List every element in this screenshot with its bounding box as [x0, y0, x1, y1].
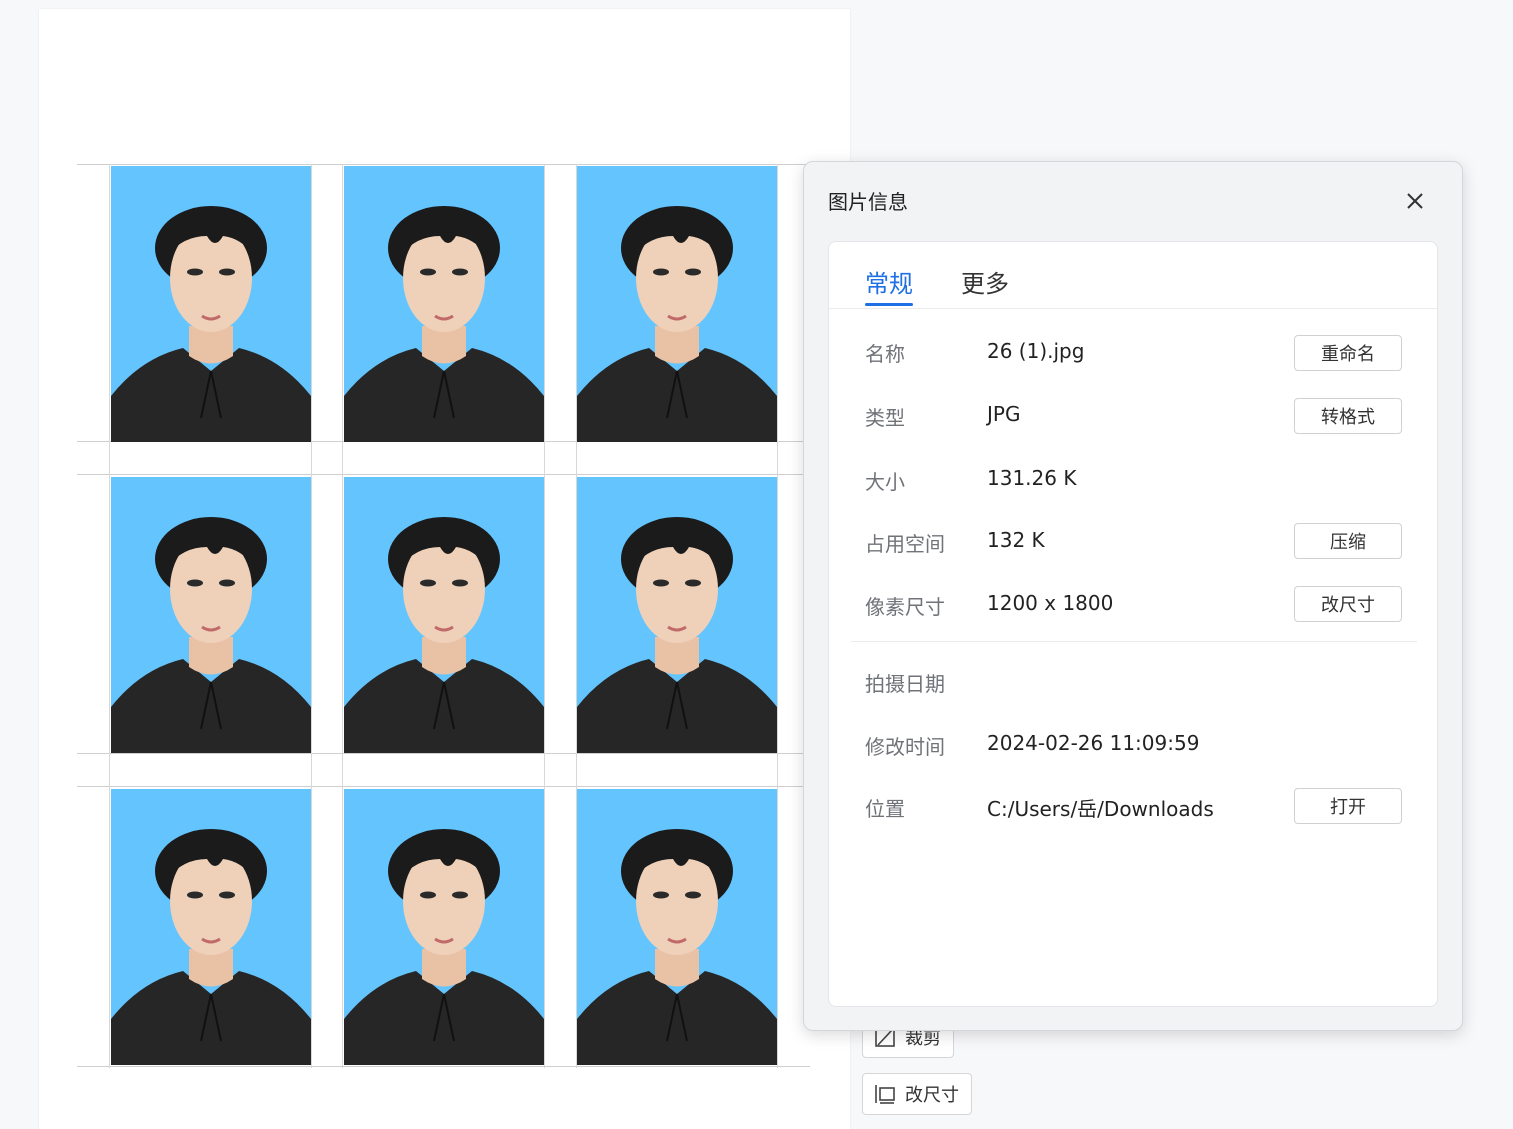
tab-bar: 常规 更多: [829, 242, 1437, 309]
row-label-size: 大小: [865, 470, 905, 494]
image-info-dialog: 图片信息 常规 更多 名称 26 (1).jpg 重命名 类型 JPG 转格式 …: [803, 161, 1463, 1031]
section-divider: [851, 641, 1417, 642]
grid-line: [544, 164, 545, 1068]
row-label-disk-usage: 占用空间: [865, 532, 945, 556]
row-label-capture-date: 拍摄日期: [865, 672, 945, 696]
id-photo: [111, 789, 311, 1065]
grid-line: [342, 164, 343, 1068]
row-label-pixel-size: 像素尺寸: [865, 595, 945, 619]
resize-image-button[interactable]: 改尺寸: [1294, 586, 1402, 622]
grid-line: [77, 786, 810, 787]
id-photo: [344, 166, 544, 442]
id-photo: [577, 477, 777, 753]
grid-line: [77, 753, 810, 754]
tab-general[interactable]: 常规: [865, 264, 913, 299]
convert-format-button[interactable]: 转格式: [1294, 398, 1402, 434]
grid-line: [77, 164, 810, 165]
open-location-button[interactable]: 打开: [1294, 788, 1402, 824]
id-photo: [577, 166, 777, 442]
row-label-type: 类型: [865, 406, 905, 430]
row-label-modified-time: 修改时间: [865, 735, 945, 759]
dialog-title: 图片信息: [828, 190, 908, 214]
grid-line: [109, 164, 110, 1068]
grid-line: [311, 164, 312, 1068]
row-value-size: 131.26 K: [987, 466, 1077, 490]
rename-button[interactable]: 重命名: [1294, 335, 1402, 371]
grid-line: [77, 1066, 810, 1067]
row-value-pixel-size: 1200 x 1800: [987, 591, 1114, 615]
compress-button[interactable]: 压缩: [1294, 523, 1402, 559]
resize-button[interactable]: 改尺寸: [862, 1073, 972, 1115]
tab-more[interactable]: 更多: [961, 264, 1009, 299]
resize-icon: [875, 1085, 895, 1104]
row-value-name: 26 (1).jpg: [987, 339, 1085, 363]
active-tab-indicator: [865, 303, 913, 306]
row-value-location: C:/Users/岳/Downloads: [987, 797, 1214, 821]
grid-line: [777, 164, 778, 1068]
id-photo: [344, 477, 544, 753]
dialog-panel: 常规 更多 名称 26 (1).jpg 重命名 类型 JPG 转格式 大小 13…: [828, 241, 1438, 1007]
row-value-type: JPG: [987, 402, 1021, 426]
image-viewer-app: 裁剪 改尺寸 图片信息 常规 更多 名称 26 (1).jpg 重命名 类型 J…: [0, 0, 1513, 1129]
row-label-location: 位置: [865, 797, 905, 821]
id-photo: [111, 166, 311, 442]
row-value-modified-time: 2024-02-26 11:09:59: [987, 731, 1200, 755]
grid-line: [77, 474, 810, 475]
row-label-name: 名称: [865, 342, 905, 366]
id-photo: [111, 477, 311, 753]
row-value-disk-usage: 132 K: [987, 528, 1045, 552]
close-icon[interactable]: [1404, 190, 1426, 212]
id-photo: [577, 789, 777, 1065]
id-photo: [344, 789, 544, 1065]
resize-label: 改尺寸: [905, 1085, 959, 1106]
print-page: [39, 9, 850, 1129]
